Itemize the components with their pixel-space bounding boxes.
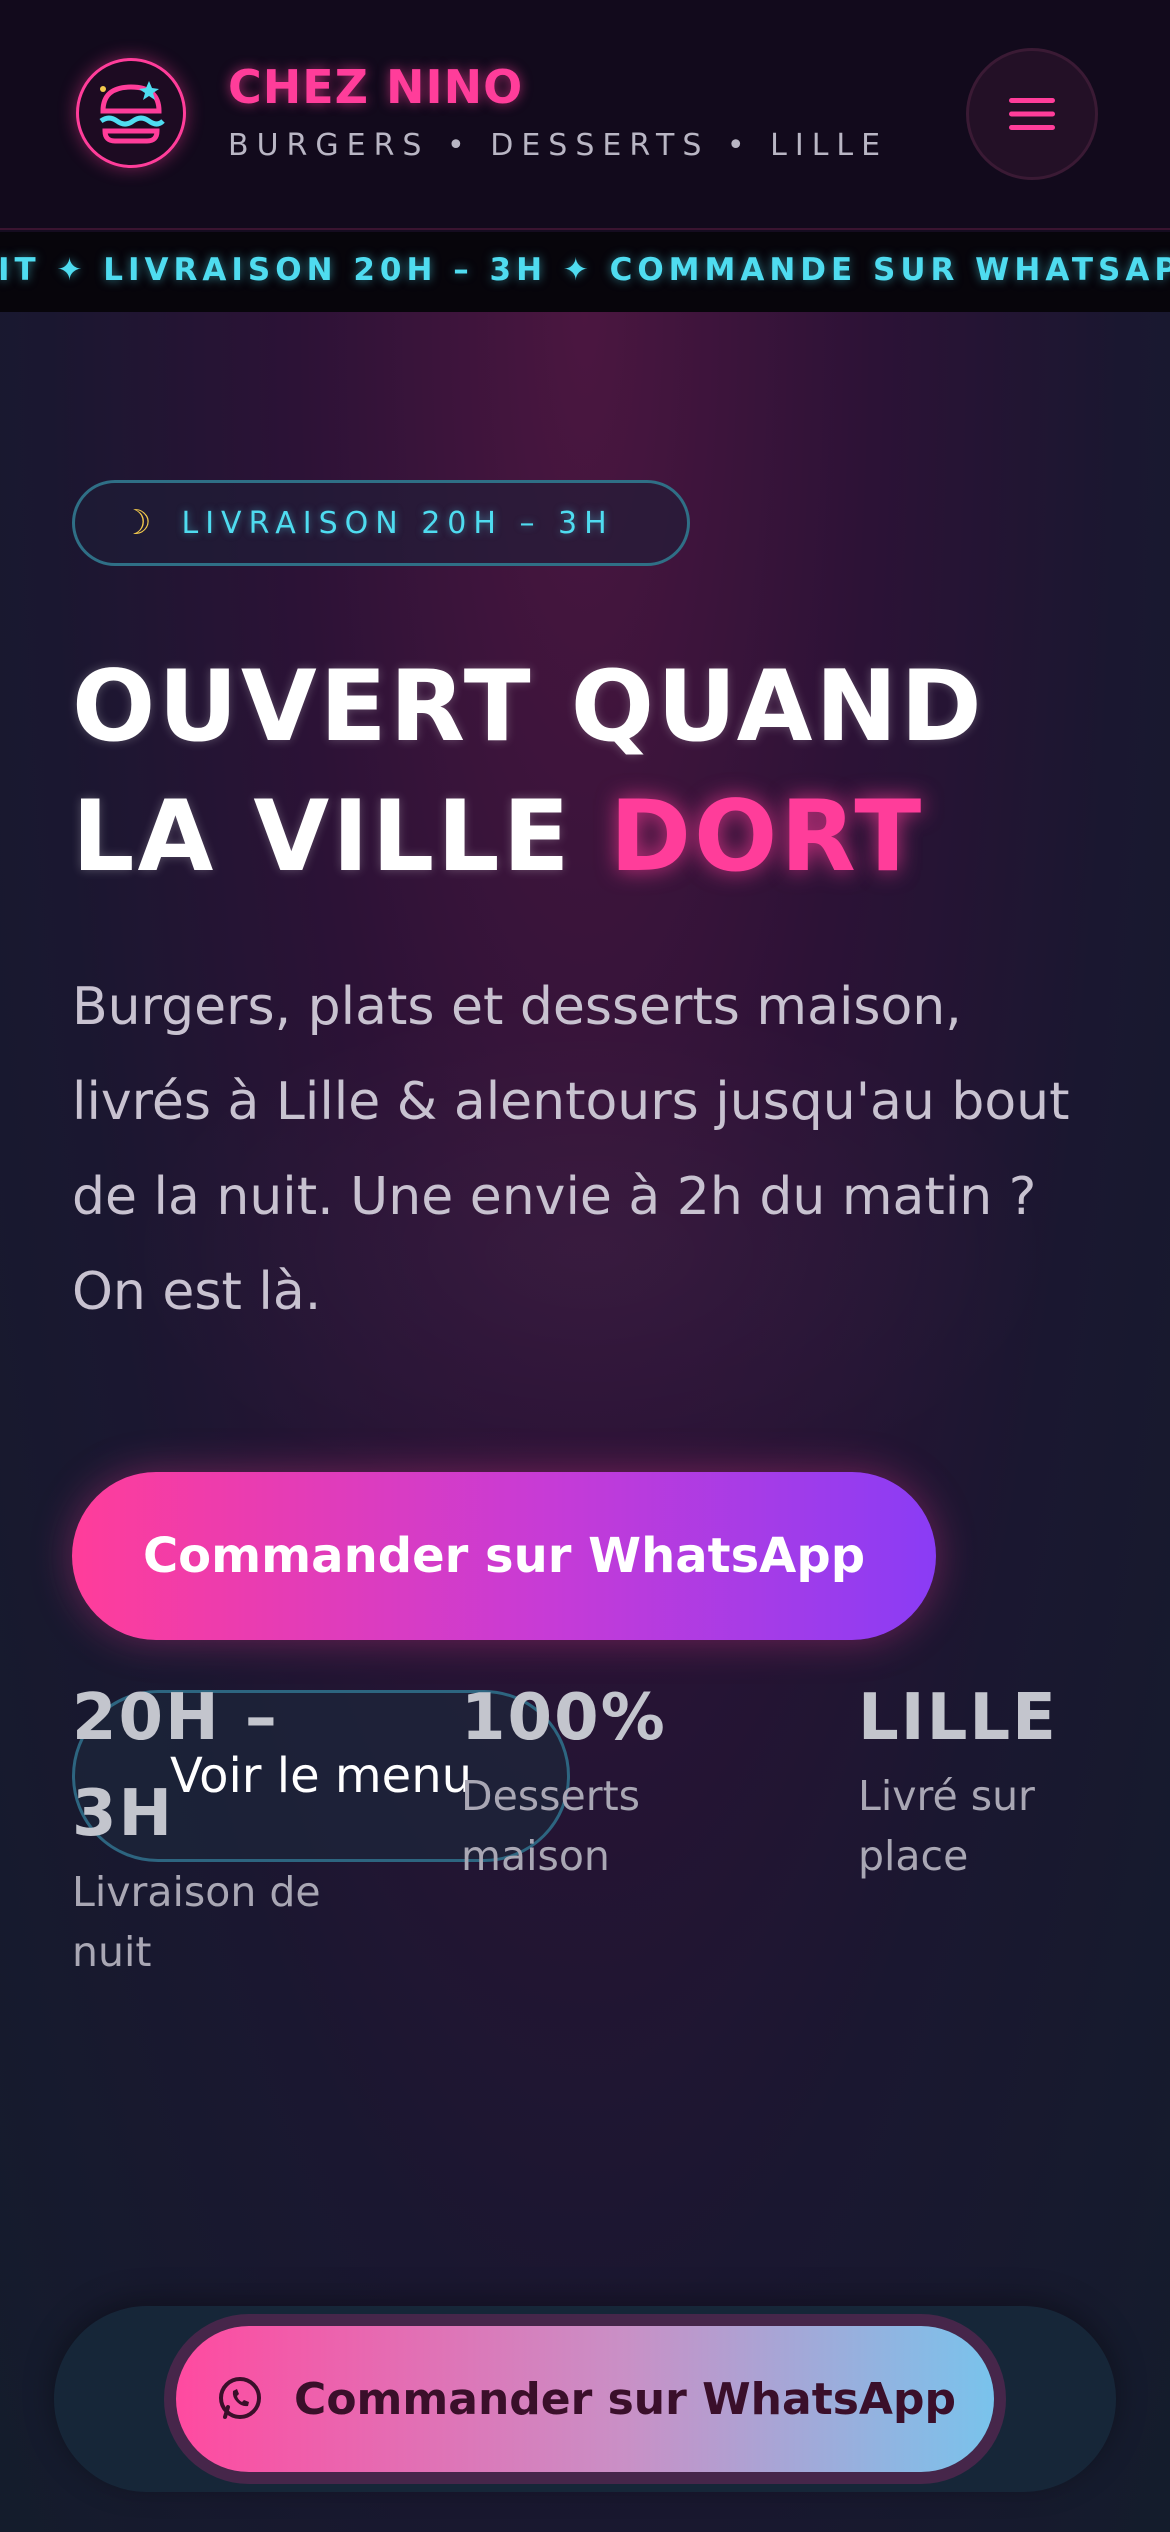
hero-section: ☽ LIVRAISON 20H – 3H OUVERT QUAND LA VIL… (0, 312, 1170, 2532)
stat-value: 100% (461, 1681, 667, 1755)
badge-text: LIVRAISON 20H – 3H (181, 505, 614, 541)
stat-homemade-desserts: 100% Desserts maison (461, 1670, 741, 1886)
hamburger-menu-icon (1009, 98, 1055, 130)
delivery-hours-badge: ☽ LIVRAISON 20H – 3H (72, 480, 690, 566)
stat-label: Desserts maison (461, 1772, 641, 1880)
stat-location: LILLE Livré sur place (858, 1670, 1118, 1886)
headline-accent: DORT (609, 780, 925, 894)
menu-button[interactable] (966, 48, 1098, 180)
burger-logo-icon[interactable] (76, 58, 186, 168)
hero-description: Burgers, plats et desserts maison, livré… (72, 977, 1070, 1322)
site-header: CHEZ NINO BURGERS • DESSERTS • LILLE (0, 0, 1170, 230)
headline-line-1: OUVERT QUAND (72, 650, 985, 764)
ticker-text: IT ✦ LIVRAISON 20H – 3H ✦ COMMANDE SUR W… (0, 252, 1170, 288)
hero-headline: OUVERT QUAND LA VILLE DORT (72, 642, 1132, 902)
stat-delivery-hours: 20H – 3H Livraison de nuit (72, 1670, 372, 1982)
stat-value: LILLE (858, 1681, 1058, 1755)
moon-icon: ☽ (121, 503, 152, 543)
whatsapp-icon (214, 2373, 266, 2425)
stat-value: 20H – 3H (72, 1681, 279, 1851)
stat-label: Livraison de nuit (72, 1868, 321, 1976)
floating-order-whatsapp-button[interactable]: Commander sur WhatsApp (176, 2326, 994, 2472)
brand-name[interactable]: CHEZ NINO (228, 60, 523, 114)
stat-label: Livré sur place (858, 1772, 1035, 1880)
announcement-ticker: IT ✦ LIVRAISON 20H – 3H ✦ COMMANDE SUR W… (0, 232, 1170, 312)
headline-line-2: LA VILLE (72, 780, 573, 894)
brand-tagline: BURGERS • DESSERTS • LILLE (228, 128, 889, 163)
order-whatsapp-button[interactable]: Commander sur WhatsApp (72, 1472, 936, 1640)
floating-cta-label: Commander sur WhatsApp (294, 2373, 956, 2425)
